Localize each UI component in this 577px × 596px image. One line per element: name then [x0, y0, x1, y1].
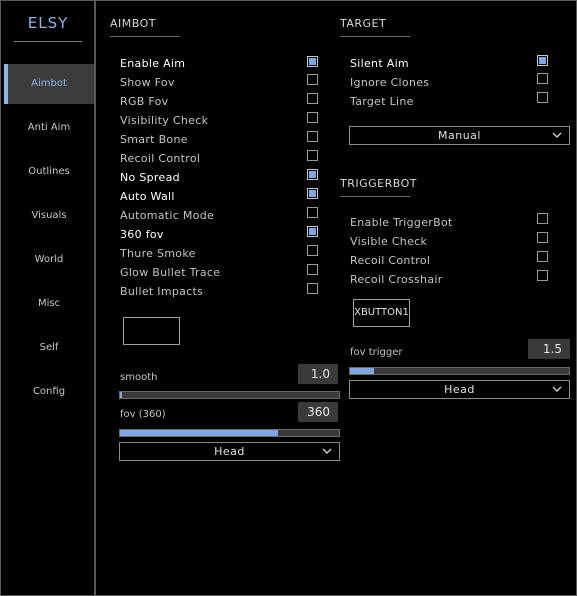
aimbot-keybind-button[interactable] [123, 317, 180, 345]
aimbot-title: AIMBOT [110, 17, 156, 30]
option-target-line-label: Target Line [350, 95, 414, 108]
option-recoil-control-label: Recoil Control [120, 152, 201, 165]
option-auto-wall-label: Auto Wall [120, 190, 175, 203]
aimbot-hitbox-value: Head [214, 445, 245, 458]
option-automatic-mode-label: Automatic Mode [120, 209, 215, 222]
option-rgb-fov-checkbox[interactable] [307, 93, 318, 104]
chevron-down-icon [552, 386, 562, 392]
smooth-value[interactable]: 1.0 [298, 364, 338, 384]
fov-trigger-label: fov trigger [350, 347, 403, 358]
option-silent-aim-checkbox[interactable] [537, 55, 548, 66]
sidebar: ELSY Aimbot Anti Aim Outlines Visuals Wo… [0, 0, 96, 596]
option-glow-bullet-trace-label: Glow Bullet Trace [120, 266, 221, 279]
target-title-underline [340, 36, 410, 37]
option-thure-smoke-label: Thure Smoke [120, 247, 196, 260]
option-visible-check-label: Visible Check [350, 235, 428, 248]
smooth-label: smooth [120, 372, 158, 383]
nav-self[interactable]: Self [4, 328, 94, 368]
aimbot-hitbox-dropdown[interactable]: Head [119, 442, 340, 461]
option-thure-smoke-checkbox[interactable] [307, 245, 318, 256]
triggerbot-title-underline [340, 196, 410, 197]
option-auto-wall-checkbox[interactable] [307, 188, 318, 199]
fov-value[interactable]: 360 [298, 402, 338, 422]
option-recoil-crosshair-checkbox[interactable] [537, 270, 548, 281]
option-smart-bone-label: Smart Bone [120, 133, 188, 146]
target-title: TARGET [340, 17, 387, 30]
chevron-down-icon [552, 132, 562, 138]
option-visibility-check-checkbox[interactable] [307, 112, 318, 123]
option-visible-check-checkbox[interactable] [537, 232, 548, 243]
nav-aimbot[interactable]: Aimbot [4, 64, 94, 104]
option-recoil-control-checkbox[interactable] [307, 150, 318, 161]
option-enable-aim-checkbox[interactable] [307, 56, 318, 67]
chevron-down-icon [322, 448, 332, 454]
option-automatic-mode-checkbox[interactable] [307, 207, 318, 218]
option-no-spread-label: No Spread [120, 171, 180, 184]
option-silent-aim-label: Silent Aim [350, 57, 409, 70]
smooth-slider[interactable] [119, 391, 340, 399]
fov-trigger-slider[interactable] [349, 367, 570, 375]
fov-trigger-value[interactable]: 1.5 [528, 339, 570, 359]
nav-world[interactable]: World [4, 240, 94, 280]
nav-visuals[interactable]: Visuals [4, 196, 94, 236]
option-show-fov-checkbox[interactable] [307, 74, 318, 85]
option-smart-bone-checkbox[interactable] [307, 131, 318, 142]
brand-divider [14, 41, 82, 42]
fov-slider-fill [120, 430, 278, 436]
fov-trigger-slider-fill [350, 368, 374, 374]
target-mode-value: Manual [438, 129, 481, 142]
triggerbot-hitbox-dropdown[interactable]: Head [349, 380, 570, 399]
option-ignore-clones-checkbox[interactable] [537, 73, 548, 84]
option-trigger-recoil-control-label: Recoil Control [350, 254, 431, 267]
option-enable-triggerbot-checkbox[interactable] [537, 213, 548, 224]
option-glow-bullet-trace-checkbox[interactable] [307, 264, 318, 275]
triggerbot-title: TRIGGERBOT [340, 177, 417, 190]
option-visibility-check-label: Visibility Check [120, 114, 209, 127]
option-target-line-checkbox[interactable] [537, 92, 548, 103]
brand-logo: ELSY [27, 14, 69, 32]
smooth-slider-fill [120, 392, 122, 398]
option-show-fov-label: Show Fov [120, 76, 175, 89]
nav-config[interactable]: Config [4, 372, 94, 412]
aimbot-title-underline [110, 36, 180, 37]
option-360-fov-label: 360 fov [120, 228, 164, 241]
option-enable-aim-label: Enable Aim [120, 57, 186, 70]
option-trigger-recoil-control-checkbox[interactable] [537, 251, 548, 262]
target-mode-dropdown[interactable]: Manual [349, 126, 570, 145]
option-bullet-impacts-checkbox[interactable] [307, 283, 318, 294]
option-360-fov-checkbox[interactable] [307, 226, 318, 237]
fov-label: fov (360) [120, 409, 166, 420]
triggerbot-keybind-button[interactable]: XBUTTON1 [353, 299, 410, 327]
fov-slider[interactable] [119, 429, 340, 437]
option-no-spread-checkbox[interactable] [307, 169, 318, 180]
option-ignore-clones-label: Ignore Clones [350, 76, 430, 89]
triggerbot-hitbox-value: Head [444, 383, 475, 396]
nav-anti-aim[interactable]: Anti Aim [4, 108, 94, 148]
option-enable-triggerbot-label: Enable TriggerBot [350, 216, 453, 229]
option-rgb-fov-label: RGB Fov [120, 95, 169, 108]
option-bullet-impacts-label: Bullet Impacts [120, 285, 204, 298]
option-recoil-crosshair-label: Recoil Crosshair [350, 273, 443, 286]
nav-outlines[interactable]: Outlines [4, 152, 94, 192]
nav-misc[interactable]: Misc [4, 284, 94, 324]
